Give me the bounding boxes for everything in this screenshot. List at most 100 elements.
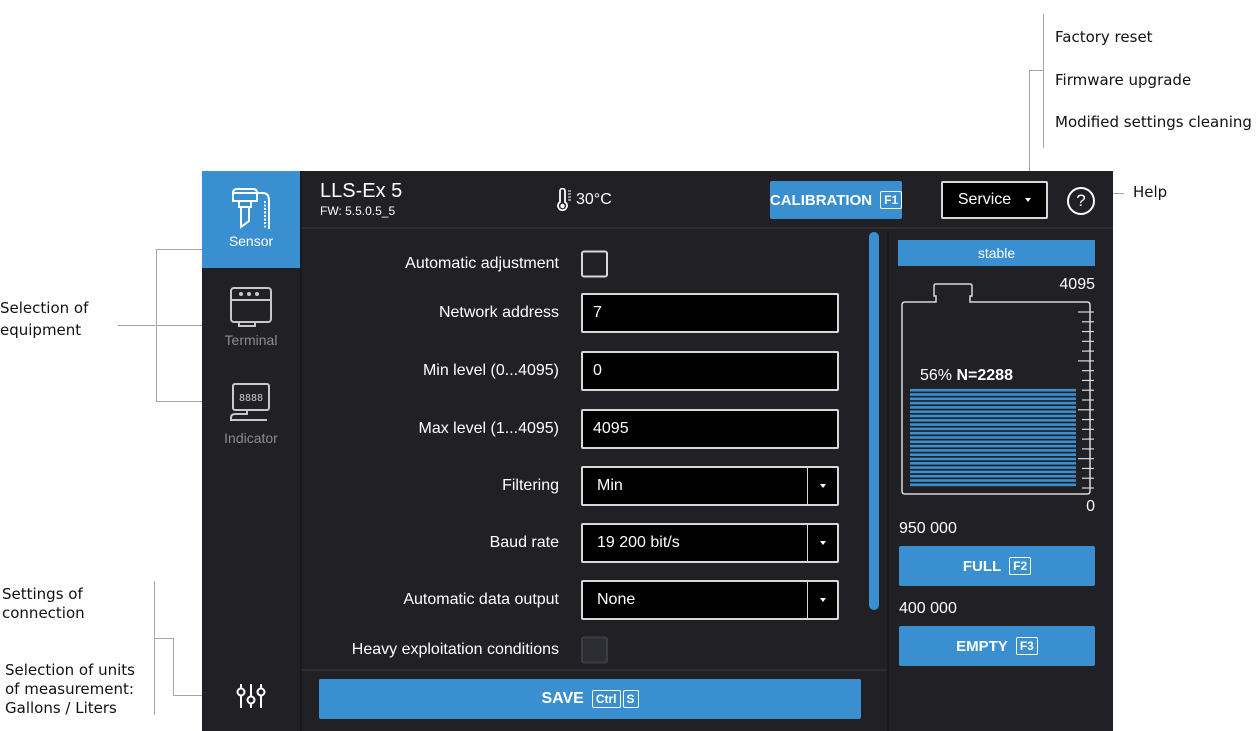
sidebar-item-label: Sensor	[228, 233, 274, 249]
tank-fill-bar	[910, 431, 1076, 435]
tank-fill-bar	[910, 457, 1076, 461]
tank-fill-bar	[910, 470, 1076, 474]
sidebar-item-terminal[interactable]: Terminal	[202, 270, 300, 367]
baud-rate-select[interactable]: 19 200 bit/s	[581, 523, 839, 563]
annotation-line	[154, 638, 174, 639]
field-label: Heavy exploitation conditions	[351, 641, 559, 658]
tank-fill-bar	[910, 474, 1076, 478]
service-label: Service	[957, 191, 1012, 208]
shortcut-key: F3	[1015, 637, 1038, 655]
temperature-value: 30°C	[576, 191, 612, 208]
shortcut-key: S	[622, 690, 639, 708]
status-badge: stable	[898, 240, 1095, 266]
caret-down-icon	[819, 541, 826, 545]
tank-fill-bar	[910, 410, 1076, 413]
tank-fill-bar	[910, 440, 1076, 444]
tank-fill-level	[910, 388, 1076, 487]
sidebar-item-indicator[interactable]: 8888 Indicator	[202, 368, 300, 465]
help-icon: ?	[1076, 191, 1086, 210]
annotation-units-3: Gallons / Liters	[5, 699, 117, 717]
tank-fill-bar	[910, 419, 1076, 422]
tank-fill-bar	[910, 483, 1076, 487]
tank-fill-bar	[910, 414, 1076, 418]
tank-fill-bar	[910, 462, 1076, 465]
auto-output-select[interactable]: None	[581, 580, 839, 620]
tank-fill-bar	[910, 449, 1076, 452]
tank-fill-bar	[910, 401, 1076, 405]
tank-gauge	[901, 283, 1094, 495]
network-address-value[interactable]	[593, 304, 837, 322]
empty-label: EMPTY	[956, 637, 1008, 655]
panel-divider	[887, 231, 889, 731]
terminal-icon	[230, 287, 272, 327]
dropdown-arrow[interactable]	[807, 468, 837, 504]
min-level-value[interactable]	[593, 362, 837, 380]
field-label: Automatic data output	[403, 591, 559, 608]
empty-button[interactable]: EMPTY F3	[899, 626, 1095, 666]
automatic-adjustment-checkbox[interactable]	[581, 250, 608, 278]
max-level-value[interactable]	[593, 420, 837, 438]
settings-button[interactable]	[234, 681, 268, 711]
annotation-line	[173, 638, 174, 695]
annotation-settings-cleaning: Modified settings cleaning	[1055, 113, 1252, 131]
row-filtering: Filtering Min	[302, 466, 862, 506]
field-label: Automatic adjustment	[405, 255, 559, 272]
help-button[interactable]: ?	[1067, 187, 1095, 215]
annotation-equipment-2: equipment	[0, 321, 82, 339]
annotation-firmware-upgrade: Firmware upgrade	[1055, 71, 1192, 89]
caret-down-icon	[819, 598, 826, 602]
tank-fill-bar	[910, 453, 1076, 456]
row-min-level: Min level (0...4095)	[302, 351, 862, 391]
row-heavy-conditions: Heavy exploitation conditions	[302, 630, 862, 670]
sensor-icon	[232, 188, 270, 229]
tank-fill-bar	[910, 406, 1076, 409]
field-label: Network address	[438, 304, 559, 321]
tank-fill-bar	[910, 466, 1076, 469]
firmware-version: FW: 5.5.0.5_5	[320, 204, 396, 218]
min-level-input[interactable]	[581, 351, 839, 391]
tank-percent: 56%	[920, 367, 953, 384]
row-automatic-adjustment: Automatic adjustment	[302, 244, 862, 284]
annotation-line	[156, 325, 202, 326]
baud-rate-value: 19 200 bit/s	[597, 534, 680, 551]
dropdown-arrow[interactable]	[807, 582, 837, 618]
footer-divider	[302, 669, 887, 671]
header: LLS-Ex 5 FW: 5.5.0.5_5 30°C CALIBRATION …	[302, 171, 1113, 229]
heavy-conditions-checkbox[interactable]	[581, 636, 608, 664]
dropdown-arrow[interactable]	[807, 525, 837, 561]
full-value: 950 000	[899, 520, 957, 537]
sidebar-item-sensor[interactable]: Sensor	[202, 171, 300, 268]
indicator-icon: 8888	[230, 383, 270, 421]
annotation-equipment-1: Selection of	[0, 299, 89, 317]
sidebar-item-label: Terminal	[224, 332, 278, 348]
tank-fill-bar	[910, 427, 1076, 431]
annotation-help: Help	[1133, 183, 1168, 201]
tank-fill-bar	[910, 436, 1076, 439]
annotation-line	[156, 249, 202, 250]
save-label: SAVE	[541, 690, 584, 707]
scrollbar[interactable]	[869, 232, 879, 610]
row-baud-rate: Baud rate 19 200 bit/s	[302, 523, 862, 563]
tank-fill-bar	[910, 397, 1076, 401]
row-max-level: Max level (1...4095)	[302, 409, 862, 449]
temperature-readout: 30°C	[556, 188, 612, 212]
calibration-label: CALIBRATION	[769, 191, 873, 209]
annotation-connection-2: connection	[2, 604, 85, 622]
network-address-input[interactable]	[581, 293, 839, 333]
row-network-address: Network address	[302, 293, 862, 333]
sidebar-item-label: Indicator	[224, 430, 278, 446]
field-label: Filtering	[502, 477, 559, 494]
tank-scale	[1078, 311, 1094, 489]
max-level-input[interactable]	[581, 409, 839, 449]
row-auto-output: Automatic data output None	[302, 580, 862, 620]
full-button[interactable]: FULL F2	[899, 546, 1095, 586]
annotation-line	[154, 581, 155, 715]
tank-fill-bar	[910, 393, 1076, 396]
save-button[interactable]: SAVE Ctrl S	[319, 679, 861, 719]
service-dropdown[interactable]: Service	[941, 181, 1048, 219]
caret-down-icon	[1025, 198, 1032, 202]
filtering-value: Min	[597, 477, 623, 494]
calibration-button[interactable]: CALIBRATION F1	[769, 181, 903, 219]
filtering-select[interactable]: Min	[581, 466, 839, 506]
annotation-line	[1043, 14, 1044, 148]
